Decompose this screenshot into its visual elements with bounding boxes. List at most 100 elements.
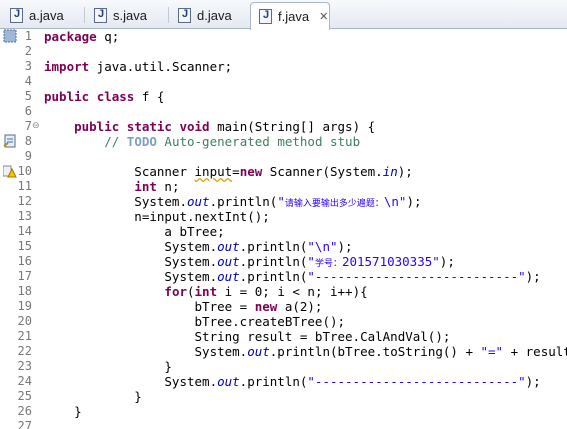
code-token: Auto-generated method stub (156, 134, 361, 149)
code-text: bTree = new a(2); (44, 299, 323, 314)
code-token: a(2); (277, 299, 323, 314)
code-token: new (254, 299, 278, 314)
code-token: = (232, 164, 240, 179)
code-line[interactable]: 27 (0, 419, 567, 429)
code-token: new (239, 164, 263, 179)
code-line[interactable]: 22 System.out.println(bTree.toString() +… (0, 344, 567, 359)
java-file-icon (10, 8, 23, 23)
code-text: } (44, 359, 172, 374)
code-token: ); (525, 374, 541, 389)
code-line[interactable]: 13 n=input.nextInt(); (0, 209, 567, 224)
code-text: System.out.println("\n"); (44, 239, 353, 254)
tab-label: d.java (197, 8, 232, 23)
code-line[interactable]: 7 public static void main(String[] args)… (0, 119, 567, 134)
code-line[interactable]: 24 System.out.println("-----------------… (0, 374, 567, 389)
line-number: 6 (24, 104, 32, 118)
code-text: n=input.nextInt(); (44, 209, 269, 224)
tab-d-java[interactable]: d.java (170, 2, 250, 29)
tab-f-java[interactable]: f.java ✕ (250, 2, 330, 30)
code-token: class (96, 89, 135, 104)
line-number: 17 (17, 269, 32, 283)
code-line[interactable]: 16 System.out.println("学号：201571030335")… (0, 254, 567, 269)
code-line[interactable]: 23 } (0, 359, 567, 374)
code-token: in (382, 164, 398, 179)
code-line[interactable]: 9 (0, 149, 567, 164)
editor-tab-bar: a.java s.java d.java f.java ✕ (0, 0, 567, 30)
code-token: out (217, 374, 240, 389)
code-line[interactable]: 20 bTree.createBTree(); (0, 314, 567, 329)
code-token: out (217, 239, 240, 254)
warning-marker-icon[interactable] (3, 164, 17, 178)
code-line[interactable]: 3 import java.util.Scanner; (0, 59, 567, 74)
tab-divider (168, 7, 169, 23)
code-line[interactable]: 2 (0, 44, 567, 59)
code-token: bTree.createBTree(); (44, 314, 346, 329)
code-text: System.out.println("--------------------… (44, 269, 540, 284)
java-file-icon (94, 8, 107, 23)
code-line[interactable]: 5 public class f { (0, 89, 567, 104)
code-line[interactable]: 17 System.out.println("-----------------… (0, 269, 567, 284)
code-token: .println(bTree.toString() + (269, 344, 481, 359)
code-token: + result); (510, 344, 567, 359)
line-number: 25 (17, 389, 32, 403)
code-line[interactable]: 15 System.out.println("\n"); (0, 239, 567, 254)
task-marker-icon[interactable] (3, 134, 17, 148)
line-number: 24 (17, 374, 32, 388)
line-number: 12 (17, 194, 32, 208)
code-line[interactable]: 8 // TODO Auto-generated method stub (0, 134, 567, 149)
code-text: public static void main(String[] args) { (44, 119, 375, 134)
code-token: void (179, 119, 210, 134)
line-number: 2 (24, 44, 32, 58)
code-token: .println( (239, 269, 308, 284)
code-token: "---------------------------" (307, 374, 526, 389)
bookmark-icon[interactable] (3, 29, 17, 43)
line-number: 26 (17, 404, 32, 418)
code-line[interactable]: 10 Scanner input=new Scanner(System.in); (0, 164, 567, 179)
code-text: for(int i = 0; i < n; i++){ (44, 284, 367, 299)
code-line[interactable]: 1 package q; (0, 29, 567, 44)
code-editor[interactable]: 1 package q; 2 3 import java.util.Scanner; 4 5… (0, 29, 567, 429)
code-line[interactable]: 26 } (0, 404, 567, 419)
code-text: String result = bTree.CalAndVal(); (44, 329, 451, 344)
code-token: .println( (239, 239, 308, 254)
code-token: } (44, 404, 82, 419)
fold-collapse-icon[interactable]: ⊖ (32, 119, 40, 134)
code-text: a bTree; (44, 224, 225, 239)
code-token: int (194, 284, 218, 299)
code-token: ); (406, 194, 422, 209)
code-token: String result = bTree.CalAndVal(); (44, 329, 451, 344)
code-line[interactable]: 4 (0, 74, 567, 89)
tab-s-java[interactable]: s.java (86, 2, 166, 29)
line-number: 11 (17, 179, 32, 193)
code-line[interactable]: 19 bTree = new a(2); (0, 299, 567, 314)
code-token: ); (337, 239, 353, 254)
code-token: n; (156, 179, 180, 194)
line-number: 14 (17, 224, 32, 238)
tab-label: s.java (113, 8, 147, 23)
code-token: System. (44, 194, 187, 209)
code-token: " (307, 254, 315, 269)
code-token: package (44, 29, 97, 44)
code-line[interactable]: 25 } (0, 389, 567, 404)
code-line[interactable]: 11 int n; (0, 179, 567, 194)
code-line[interactable]: 21 String result = bTree.CalAndVal(); (0, 329, 567, 344)
code-line[interactable]: 12 System.out.println("请输入要输出多少遍题：\n"); (0, 194, 567, 209)
code-token: } (44, 359, 172, 374)
code-line[interactable]: 6 (0, 104, 567, 119)
code-text: } (44, 389, 142, 404)
code-token: System. (44, 344, 248, 359)
code-token: "---------------------------" (307, 269, 526, 284)
close-icon[interactable]: ✕ (319, 10, 328, 23)
code-token: ); (397, 164, 413, 179)
code-text: Scanner input=new Scanner(System.in); (44, 164, 413, 179)
code-token: System. (44, 269, 218, 284)
tab-a-java[interactable]: a.java (2, 2, 82, 29)
line-number: 16 (17, 254, 32, 268)
code-line[interactable]: 14 a bTree; (0, 224, 567, 239)
line-number: 3 (24, 59, 32, 73)
code-line[interactable]: 18 for(int i = 0; i < n; i++){ (0, 284, 567, 299)
code-token: a bTree; (44, 224, 225, 239)
